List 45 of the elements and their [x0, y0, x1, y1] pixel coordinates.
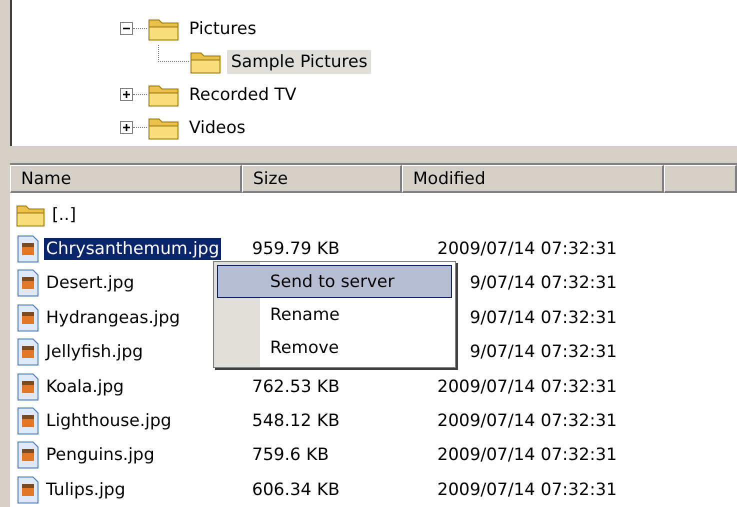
- tree-item[interactable]: Recorded TV: [185, 82, 300, 106]
- modified-date: 2009/07/14 07:32:31: [437, 480, 617, 500]
- menu-item[interactable]: Rename: [217, 298, 452, 332]
- file-size: 762.53 KB: [252, 376, 340, 397]
- expander-icon[interactable]: [120, 88, 133, 101]
- modified-date: 2009/07/14 07:32:31: [437, 445, 617, 466]
- file-name[interactable]: Koala.jpg: [44, 376, 126, 398]
- modified-date: 9/07/14 07:32:31: [470, 342, 617, 362]
- file-name[interactable]: Tulips.jpg: [44, 478, 128, 501]
- expander-icon[interactable]: [120, 22, 133, 35]
- image-file-icon: [16, 407, 40, 436]
- file-name[interactable]: Desert.jpg: [44, 272, 136, 294]
- file-name[interactable]: [..]: [50, 204, 78, 226]
- tree-item[interactable]: Pictures: [185, 16, 260, 40]
- modified-date: 2009/07/14 07:32:31: [437, 239, 617, 260]
- image-file-icon: [16, 269, 40, 298]
- expander-icon[interactable]: [120, 121, 133, 134]
- image-file-icon: [16, 235, 40, 264]
- file-size: 606.34 KB: [252, 480, 340, 500]
- tree-item[interactable]: Sample Pictures: [227, 50, 372, 74]
- file-size: 548.12 KB: [252, 411, 340, 432]
- column-header[interactable]: Size: [242, 165, 402, 194]
- tree-item[interactable]: Videos: [185, 116, 250, 140]
- file-name[interactable]: Lighthouse.jpg: [44, 410, 174, 432]
- file-name[interactable]: Hydrangeas.jpg: [44, 306, 182, 329]
- folder-icon: [16, 202, 46, 227]
- menu-item[interactable]: Send to server: [217, 265, 452, 298]
- menu-item[interactable]: Remove: [217, 331, 452, 364]
- modified-date: 2009/07/14 07:32:31: [437, 411, 617, 432]
- pane-splitter[interactable]: [10, 146, 737, 166]
- column-header[interactable]: Modified: [402, 165, 664, 194]
- file-name[interactable]: Penguins.jpg: [44, 444, 157, 466]
- image-file-icon: [16, 372, 40, 401]
- file-name[interactable]: Chrysanthemum.jpg: [44, 238, 222, 260]
- modified-date: 2009/07/14 07:32:31: [437, 376, 617, 397]
- image-file-icon: [16, 338, 40, 366]
- modified-date: 9/07/14 07:32:31: [470, 308, 617, 328]
- file-name[interactable]: Jellyfish.jpg: [44, 341, 146, 364]
- column-header[interactable]: Name: [10, 165, 242, 194]
- file-size: 959.79 KB: [252, 239, 340, 260]
- image-file-icon: [16, 476, 40, 504]
- image-file-icon: [16, 441, 40, 470]
- file-size: 759.6 KB: [252, 445, 329, 466]
- image-file-icon: [16, 304, 40, 332]
- modified-date: 9/07/14 07:32:31: [470, 273, 617, 294]
